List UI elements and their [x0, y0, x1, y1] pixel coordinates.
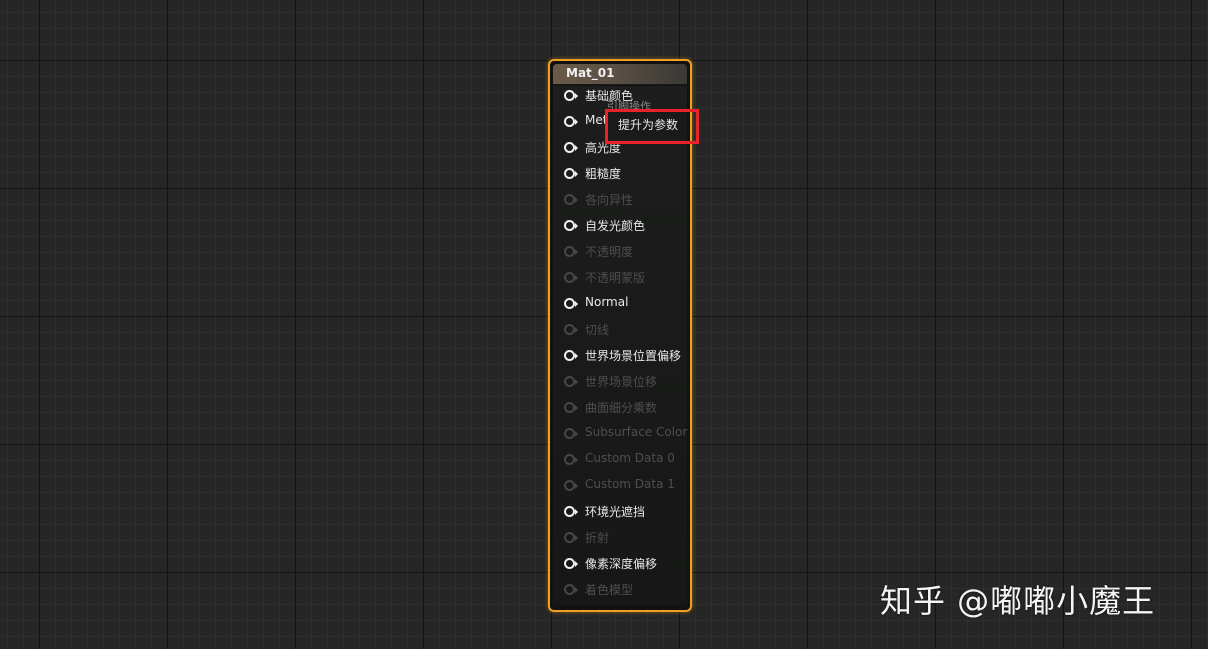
- pin-circle-icon: [564, 272, 578, 283]
- pin-circle-icon[interactable]: [564, 558, 578, 569]
- pin-circle-icon: [564, 376, 578, 387]
- pin-label: Normal: [585, 295, 629, 309]
- node-title: Mat_01: [566, 66, 615, 80]
- pin-label: 像素深度偏移: [585, 557, 658, 571]
- pin-label: 曲面细分乘数: [585, 401, 658, 415]
- pin-label: Custom Data 0: [585, 451, 675, 465]
- pin-row-specular[interactable]: 高光度: [553, 138, 687, 156]
- pin-label: Custom Data 1: [585, 477, 675, 491]
- pin-circle-icon[interactable]: [564, 220, 578, 231]
- pin-circle-icon[interactable]: [564, 168, 578, 179]
- pin-row-world-position-offset[interactable]: 世界场景位置偏移: [553, 346, 687, 364]
- pin-row-normal[interactable]: Normal: [553, 294, 687, 312]
- menu-item-promote-to-parameter[interactable]: 提升为参数: [609, 112, 687, 138]
- pin-row-world-displacement: 世界场景位移: [553, 372, 687, 390]
- pin-label: 基础颜色: [585, 89, 634, 103]
- pin-circle-icon[interactable]: [564, 298, 578, 309]
- pin-label: 粗糙度: [585, 167, 622, 181]
- pin-row-shading-model: 着色模型: [553, 580, 687, 598]
- pin-circle-icon[interactable]: [564, 90, 578, 101]
- pin-circle-icon[interactable]: [564, 116, 578, 127]
- material-node[interactable]: Mat_01 基础颜色 Met 高光度 粗糙度 各向异性 自发光颜色 不透明度 …: [548, 59, 692, 612]
- node-header[interactable]: Mat_01: [553, 64, 687, 85]
- pin-label: 折射: [585, 531, 610, 545]
- pin-label: 不透明蒙版: [585, 271, 646, 285]
- pin-circle-icon: [564, 428, 578, 439]
- watermark-text: 知乎 @嘟嘟小魔王: [880, 582, 1156, 620]
- pin-row-roughness[interactable]: 粗糙度: [553, 164, 687, 182]
- pin-circle-icon[interactable]: [564, 142, 578, 153]
- pin-row-opacity: 不透明度: [553, 242, 687, 260]
- pin-row-base-color[interactable]: 基础颜色: [553, 86, 687, 104]
- pin-label: 不透明度: [585, 245, 634, 259]
- pin-row-tangent: 切线: [553, 320, 687, 338]
- pin-row-refraction: 折射: [553, 528, 687, 546]
- pin-circle-icon: [564, 324, 578, 335]
- pin-row-tessellation-multiplier: 曲面细分乘数: [553, 398, 687, 416]
- pin-label: 着色模型: [585, 583, 634, 597]
- pin-row-custom-data-1: Custom Data 1: [553, 476, 687, 494]
- pin-row-emissive-color[interactable]: 自发光颜色: [553, 216, 687, 234]
- pin-label: 世界场景位移: [585, 375, 658, 389]
- pin-circle-icon: [564, 480, 578, 491]
- node-body: 基础颜色 Met 高光度 粗糙度 各向异性 自发光颜色 不透明度 不透明蒙版 N…: [553, 86, 687, 605]
- pin-label: 高光度: [585, 141, 622, 155]
- pin-row-custom-data-0: Custom Data 0: [553, 450, 687, 468]
- pin-circle-icon[interactable]: [564, 350, 578, 361]
- pin-row-pixel-depth-offset[interactable]: 像素深度偏移: [553, 554, 687, 572]
- pin-circle-icon: [564, 194, 578, 205]
- pin-circle-icon: [564, 584, 578, 595]
- pin-row-anisotropy: 各向异性: [553, 190, 687, 208]
- pin-label: 世界场景位置偏移: [585, 349, 682, 363]
- pin-label: 自发光颜色: [585, 219, 646, 233]
- pin-circle-icon: [564, 532, 578, 543]
- pin-circle-icon: [564, 246, 578, 257]
- pin-circle-icon[interactable]: [564, 506, 578, 517]
- pin-row-subsurface-color: Subsurface Color: [553, 424, 687, 442]
- pin-label: Met: [585, 113, 608, 127]
- pin-circle-icon: [564, 454, 578, 465]
- pin-label: 环境光遮挡: [585, 505, 646, 519]
- pin-label: Subsurface Color: [585, 425, 688, 439]
- pin-context-menu: 提升为参数: [609, 112, 687, 138]
- pin-label: 切线: [585, 323, 610, 337]
- pin-row-ambient-occlusion[interactable]: 环境光遮挡: [553, 502, 687, 520]
- pin-circle-icon: [564, 402, 578, 413]
- pin-row-opacity-mask: 不透明蒙版: [553, 268, 687, 286]
- pin-label: 各向异性: [585, 193, 634, 207]
